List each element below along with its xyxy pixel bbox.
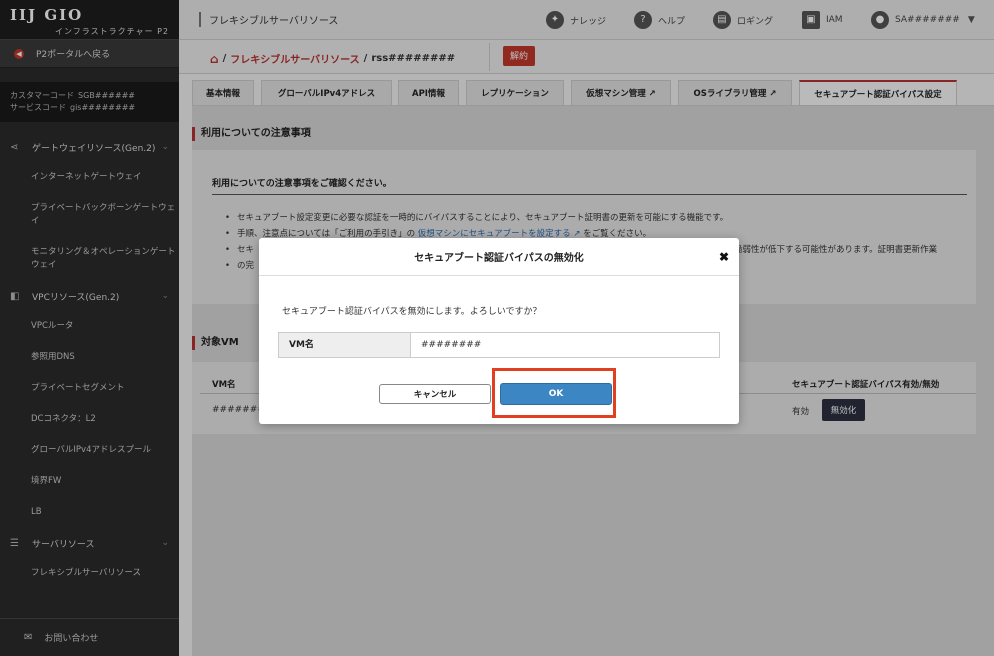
cancel-button[interactable]: キャンセル bbox=[379, 384, 491, 404]
dialog-header: セキュアブート認証バイパスの無効化 ✖ bbox=[259, 238, 739, 276]
vm-value: ######## bbox=[421, 340, 482, 350]
vm-label: VM名 bbox=[279, 333, 411, 357]
ok-highlight-box bbox=[492, 368, 616, 418]
dialog-title: セキュアブート認証バイパスの無効化 bbox=[414, 253, 584, 264]
vm-info-row: VM名 ######## bbox=[278, 332, 720, 358]
dialog-message: セキュアブート認証バイパスを無効にします。よろしいですか？ bbox=[282, 307, 542, 317]
close-icon[interactable]: ✖ bbox=[719, 250, 729, 264]
